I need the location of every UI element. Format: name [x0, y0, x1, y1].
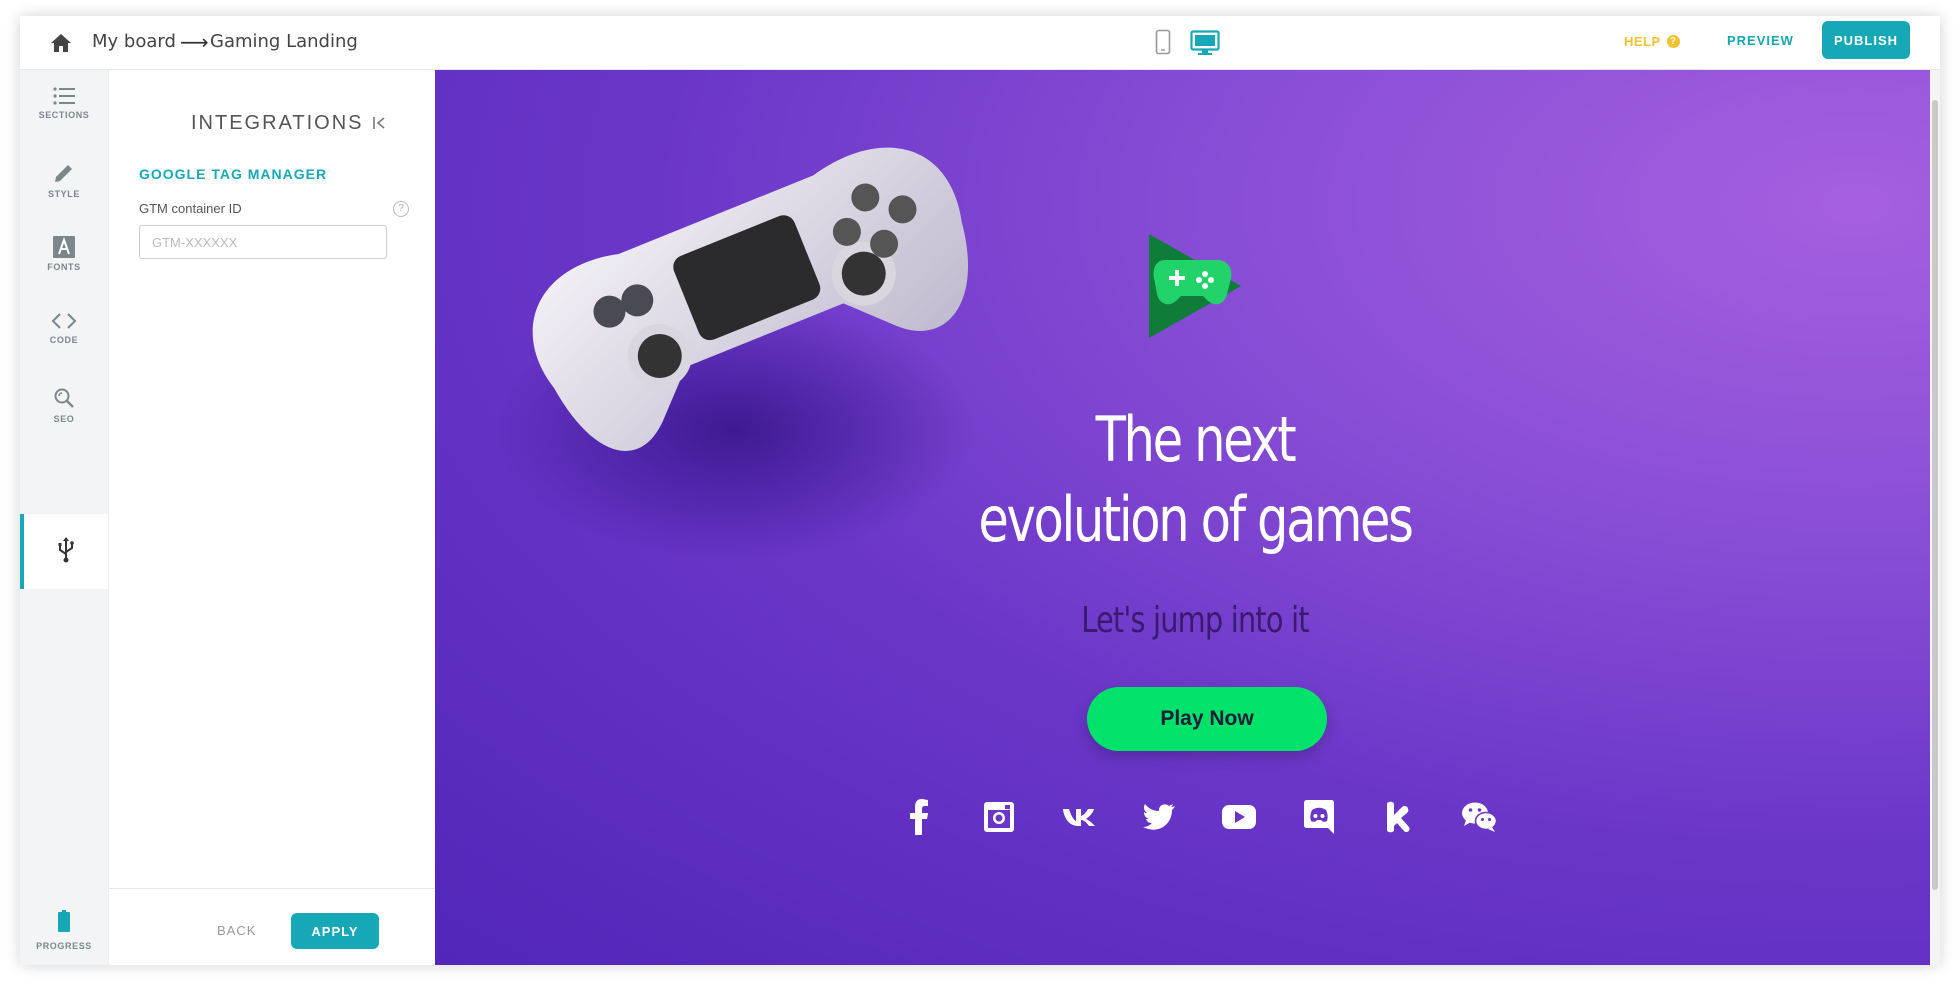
facebook-icon[interactable]: [900, 798, 938, 836]
desktop-view-icon[interactable]: [1190, 30, 1220, 56]
help-question-icon: ?: [1666, 35, 1680, 48]
canvas-scrollbar[interactable]: [1930, 70, 1940, 965]
gtm-section-title: GOOGLE TAG MANAGER: [139, 166, 328, 182]
help-link[interactable]: HELP ?: [1624, 34, 1680, 49]
breadcrumb-arrow-icon: ⟶: [180, 30, 209, 54]
apply-button[interactable]: APPLY: [291, 913, 379, 949]
game-logo-icon: [1149, 234, 1241, 338]
rail-item-integrations[interactable]: [20, 514, 108, 589]
hero-headline-line2: evolution of games: [978, 483, 1414, 556]
mobile-view-icon[interactable]: [1155, 29, 1171, 55]
progress-indicator[interactable]: PROGRESS: [20, 910, 108, 951]
play-now-button[interactable]: Play Now: [1087, 687, 1327, 751]
help-question-icon[interactable]: ?: [393, 201, 409, 217]
kik-icon[interactable]: [1380, 798, 1418, 836]
breadcrumb-page: Gaming Landing: [210, 31, 358, 52]
gtm-field-label: GTM container ID: [139, 201, 242, 216]
battery-progress-icon: [58, 910, 70, 932]
hero-headline-line1: The next: [1095, 403, 1297, 476]
twitter-icon[interactable]: [1140, 798, 1178, 836]
back-button[interactable]: BACK: [217, 923, 256, 938]
vk-icon[interactable]: [1060, 798, 1098, 836]
wechat-icon[interactable]: [1460, 798, 1498, 836]
social-links: [900, 798, 1498, 836]
left-rail: SECTIONS STYLE FONTS CODE SEO PROGRESS: [20, 70, 108, 965]
usb-integrations-icon: [58, 537, 74, 563]
gtm-container-id-input[interactable]: [139, 225, 387, 259]
instagram-icon[interactable]: [980, 798, 1018, 836]
discord-icon[interactable]: [1300, 798, 1338, 836]
panel-footer: BACK APPLY: [109, 888, 436, 965]
preview-button[interactable]: PREVIEW: [1727, 33, 1794, 48]
breadcrumb-board[interactable]: My board: [92, 30, 176, 54]
help-label: HELP: [1624, 34, 1661, 49]
top-bar: My board ⟶ Gaming Landing HELP ? PREVIEW…: [20, 16, 1940, 70]
hero-headline: The next evolution of games: [931, 400, 1459, 560]
integrations-panel: INTEGRATIONS GOOGLE TAG MANAGER GTM cont…: [108, 70, 436, 965]
rail-upper-bg: [20, 70, 108, 514]
home-icon[interactable]: [50, 33, 72, 53]
progress-label: PROGRESS: [36, 941, 92, 951]
rail-lower-bg: [20, 589, 108, 965]
youtube-icon[interactable]: [1220, 798, 1258, 836]
editor-window: My board ⟶ Gaming Landing HELP ? PREVIEW…: [20, 16, 1940, 965]
canvas-scrollbar-thumb[interactable]: [1932, 100, 1938, 890]
collapse-panel-icon[interactable]: [371, 114, 389, 132]
hero-subline: Let's jump into it: [1081, 600, 1309, 641]
publish-button[interactable]: PUBLISH: [1822, 21, 1910, 59]
panel-title: INTEGRATIONS: [191, 112, 364, 134]
page-canvas[interactable]: The next evolution of games Let's jump i…: [435, 70, 1930, 965]
